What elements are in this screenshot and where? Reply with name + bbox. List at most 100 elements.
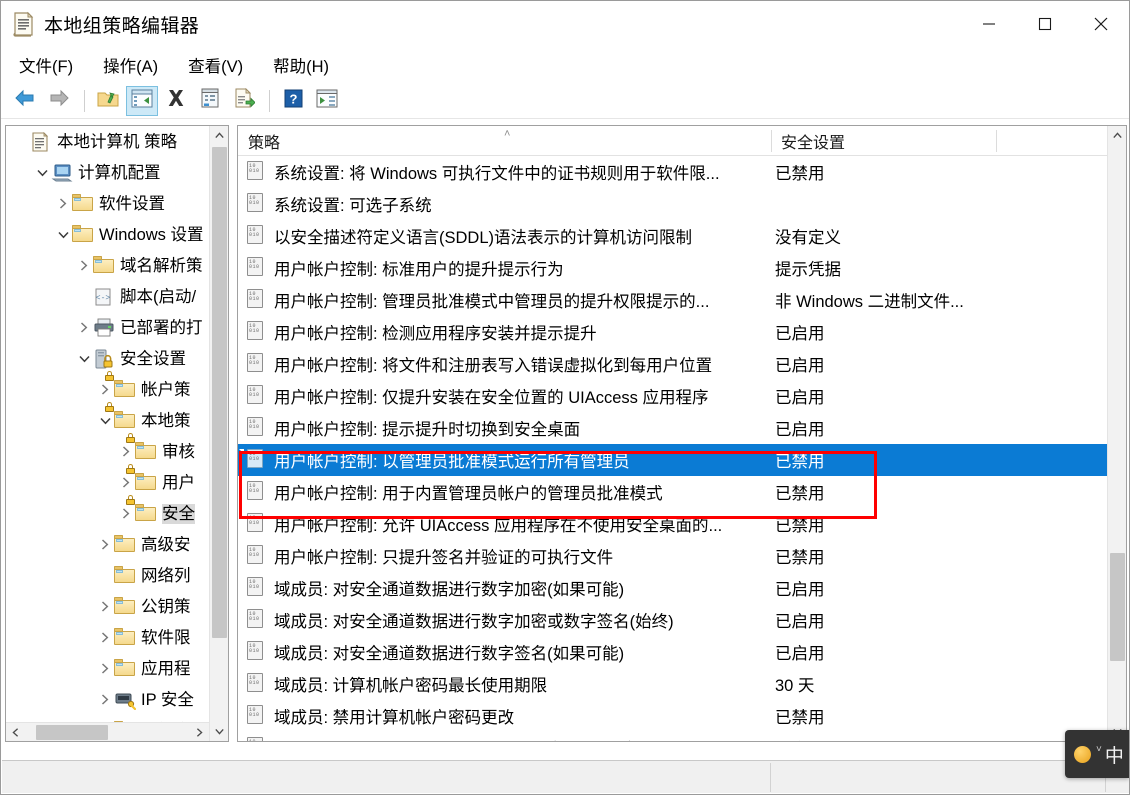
policy-row[interactable]: 10 010 系统设置: 将 Windows 可执行文件中的证书规则用于软件限...…: [238, 156, 1126, 188]
tree-scroll-right-arrow[interactable]: [190, 723, 209, 741]
tree-item[interactable]: Windows 设置: [6, 219, 211, 250]
list-scroll-up-arrow[interactable]: [1108, 126, 1126, 145]
chevron-down-icon[interactable]: [33, 164, 51, 182]
column-header-setting[interactable]: 安全设置: [771, 126, 996, 156]
tree-scroll-left-arrow[interactable]: [6, 723, 25, 741]
tree-scroll-up-arrow[interactable]: [210, 126, 228, 145]
tree-item[interactable]: 域名解析策: [6, 250, 211, 281]
policy-row[interactable]: 10 010 用户帐户控制: 管理员批准模式中管理员的提升权限提示的... 非 Win…: [238, 284, 1126, 316]
policy-row[interactable]: 10 010 用户帐户控制: 以管理员批准模式运行所有管理员 已禁用: [238, 444, 1126, 476]
policy-row[interactable]: 10 010 用户帐户控制: 允许 UIAccess 应用程序在不使用安全桌面的..…: [238, 508, 1126, 540]
column-divider-2[interactable]: [996, 130, 997, 152]
chevron-right-icon[interactable]: [96, 536, 114, 554]
ime-language-indicator[interactable]: ˅ 中: [1065, 730, 1129, 778]
export-list-button[interactable]: [228, 86, 260, 116]
help-button[interactable]: ?: [277, 86, 309, 116]
policy-row[interactable]: 10 010 用户帐户控制: 用于内置管理员帐户的管理员批准模式 已禁用: [238, 476, 1126, 508]
policy-row[interactable]: 10 010 域成员: 禁用计算机帐户密码更改 已禁用: [238, 700, 1126, 732]
tree-item[interactable]: 公钥策: [6, 591, 211, 622]
menu-view[interactable]: 查看(V): [184, 50, 255, 80]
back-button[interactable]: [9, 86, 41, 116]
list-vertical-scrollbar[interactable]: [1107, 126, 1126, 741]
chevron-right-icon[interactable]: [117, 443, 135, 461]
tree-hscroll-thumb[interactable]: [36, 725, 108, 740]
list-scroll-thumb[interactable]: [1110, 553, 1125, 661]
policy-name: 域成员: 对安全通道数据进行数字加密(如果可能): [274, 581, 625, 599]
chevron-down-icon[interactable]: [75, 350, 93, 368]
policy-security-setting: 提示凭据: [775, 261, 841, 279]
policy-row[interactable]: 10 010 用户帐户控制: 标准用户的提升提示行为 提示凭据: [238, 252, 1126, 284]
tree-item[interactable]: 计算机配置: [6, 157, 211, 188]
policy-row[interactable]: 10 010 用户帐户控制: 只提升签名并验证的可执行文件 已禁用: [238, 540, 1126, 572]
tree-scroll-down-arrow[interactable]: [210, 722, 228, 741]
menu-action[interactable]: 操作(A): [99, 50, 170, 80]
properties-button[interactable]: [194, 86, 226, 116]
policy-row[interactable]: 10 010 域成员: 对安全通道数据进行数字加密或数字签名(始终) 已启用: [238, 604, 1126, 636]
maximize-button[interactable]: [1017, 1, 1073, 47]
policy-setting-icon: 10010: [239, 673, 268, 695]
chevron-right-icon[interactable]: [54, 195, 72, 213]
policy-security-setting: 已启用: [775, 645, 825, 663]
policy-row[interactable]: 10 010 域成员: 对安全通道数据进行数字签名(如果可能) 已启用: [238, 636, 1126, 668]
forward-button[interactable]: [43, 86, 75, 116]
policy-row[interactable]: 10 010 以安全描述符定义语言(SDDL)语法表示的计算机访问限制 没有定义: [238, 220, 1126, 252]
tree-items-container: 本地计算机 策略 计算机配置 软件设置 Windows 设置 域名解析策 <-> 脚本…: [6, 126, 211, 741]
chevron-down-icon[interactable]: [54, 226, 72, 244]
tree-item[interactable]: 本地计算机 策略: [6, 126, 211, 157]
tree-scroll-thumb[interactable]: [212, 147, 227, 638]
tree-horizontal-scrollbar[interactable]: [6, 722, 209, 741]
close-button[interactable]: [1073, 1, 1129, 47]
chevron-right-icon[interactable]: [96, 598, 114, 616]
menu-file[interactable]: 文件(F): [15, 50, 85, 80]
tree-item[interactable]: 本地策: [6, 401, 211, 436]
policy-row[interactable]: 10 010 用户帐户控制: 将文件和注册表写入错误虚拟化到每用户位置 已启用: [238, 348, 1126, 380]
chevron-right-icon[interactable]: [117, 474, 135, 492]
chevron-right-icon[interactable]: [117, 505, 135, 523]
tree-item-label: 本地策: [141, 411, 191, 430]
chevron-right-icon[interactable]: [96, 381, 114, 399]
tree-vertical-scrollbar[interactable]: [209, 126, 228, 741]
minimize-button[interactable]: [961, 1, 1017, 47]
tree-item[interactable]: 安全设置: [6, 343, 211, 374]
tree-item[interactable]: 安全: [6, 494, 211, 529]
policy-row[interactable]: 10010 域成员: 需要强(Windows 2000 或更高版本)会话密钥已启用: [238, 732, 1126, 741]
back-arrow-icon: [13, 88, 37, 113]
content-area: 本地计算机 策略 计算机配置 软件设置 Windows 设置 域名解析策 <-> 脚本…: [5, 125, 1127, 761]
policy-row[interactable]: 10 010 域成员: 对安全通道数据进行数字加密(如果可能) 已启用: [238, 572, 1126, 604]
tree-item[interactable]: 审核: [6, 432, 211, 467]
chevron-right-icon[interactable]: [96, 629, 114, 647]
policy-row[interactable]: 10 010 用户帐户控制: 仅提升安装在安全位置的 UIAccess 应用程序 已启…: [238, 380, 1126, 412]
chevron-down-icon[interactable]: [96, 412, 114, 430]
policy-list-panel: 策略 ˄ 安全设置 10 010 系统设置: 将 Windows 可执行文件中的证书…: [237, 125, 1127, 742]
chevron-right-icon[interactable]: [96, 691, 114, 709]
policy-row[interactable]: 10 010 系统设置: 可选子系统: [238, 188, 1126, 220]
tree-item[interactable]: IP 安全: [6, 684, 211, 715]
policy-setting-icon: 10010: [239, 609, 268, 631]
policy-name: 用户帐户控制: 用于内置管理员帐户的管理员批准模式: [274, 485, 663, 503]
tree-item[interactable]: 用户: [6, 463, 211, 498]
chevron-right-icon[interactable]: [96, 660, 114, 678]
policy-document-icon: [30, 131, 52, 152]
security-lock-icon: [93, 349, 115, 369]
view-options-button[interactable]: [311, 86, 343, 116]
tree-item[interactable]: 软件设置: [6, 188, 211, 219]
show-hide-tree-button[interactable]: [126, 85, 158, 116]
chevron-right-icon[interactable]: [75, 257, 93, 275]
delete-button[interactable]: [160, 86, 192, 116]
tree-item[interactable]: <-> 脚本(启动/: [6, 281, 211, 312]
chevron-right-icon[interactable]: [75, 319, 93, 337]
tree-item[interactable]: 网络列: [6, 560, 211, 591]
tree-item[interactable]: 软件限: [6, 622, 211, 653]
tree-item[interactable]: 已部署的打: [6, 312, 211, 343]
folder-icon: [114, 627, 136, 648]
tree-item[interactable]: 应用程: [6, 653, 211, 684]
tree-item[interactable]: 帐户策: [6, 370, 211, 405]
policy-row[interactable]: 10 010 域成员: 计算机帐户密码最长使用期限 30 天: [238, 668, 1126, 700]
tree-item[interactable]: 高级安: [6, 529, 211, 560]
policy-row[interactable]: 10 010 用户帐户控制: 检测应用程序安装并提示提升 已启用: [238, 316, 1126, 348]
menu-help[interactable]: 帮助(H): [269, 50, 341, 80]
chevron-down-icon[interactable]: ˅: [1096, 744, 1102, 755]
list-column-header: 策略 ˄ 安全设置: [238, 126, 1126, 156]
up-one-level-button[interactable]: [92, 86, 124, 116]
policy-row[interactable]: 10 010 用户帐户控制: 提示提升时切换到安全桌面 已启用: [238, 412, 1126, 444]
